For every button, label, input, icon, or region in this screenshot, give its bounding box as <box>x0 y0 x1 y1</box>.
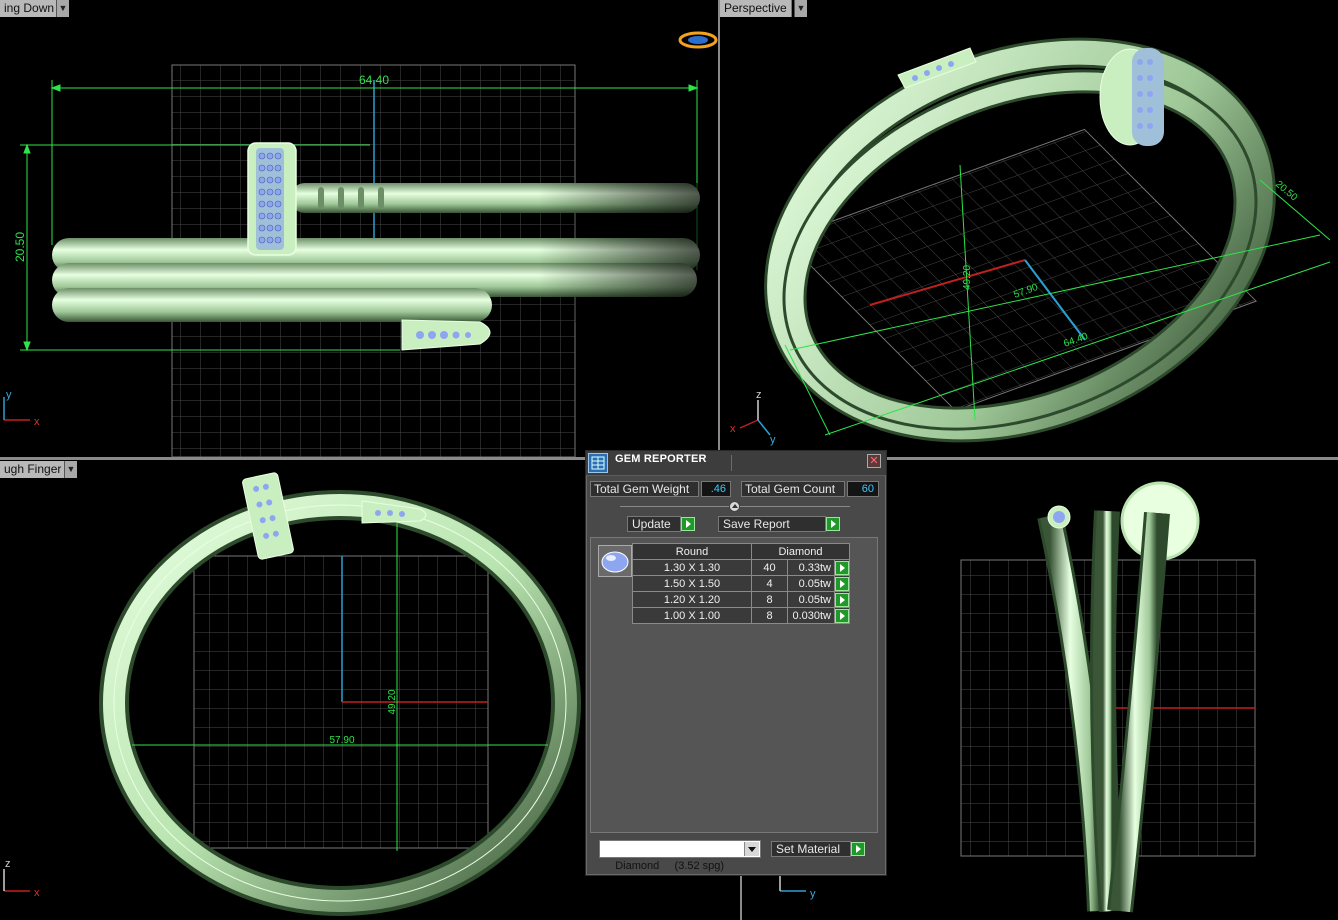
update-go-icon[interactable] <box>681 517 695 531</box>
viewport-dropdown-perspective[interactable]: ▼ <box>794 0 807 17</box>
row-go-icon[interactable] <box>835 576 849 591</box>
table-row: 1.30 X 1.30 40 0.33tw <box>632 559 850 576</box>
gem-table: Round Diamond 1.30 X 1.30 40 0.33tw 1.50… <box>632 543 850 624</box>
gem-count-cell: 4 <box>751 575 788 592</box>
perspective-dim-height: 20.50 <box>1273 179 1300 204</box>
gem-size-cell: 1.20 X 1.20 <box>632 591 752 608</box>
perspective-scene: 64.40 57.90 49.20 20.50 x z y <box>730 37 1331 446</box>
viewport-dropdown-bottom-left[interactable]: ▼ <box>64 461 77 478</box>
total-gem-weight-label: Total Gem Weight <box>590 481 699 497</box>
svg-text:x: x <box>34 416 40 428</box>
gem-report-area[interactable]: Round Diamond 1.30 X 1.30 40 0.33tw 1.50… <box>590 537 878 833</box>
gem-reporter-app-icon <box>588 453 608 473</box>
bottom-left-dim-diameter: 49.20 <box>387 689 398 714</box>
perspective-dim-diameter: 49.20 <box>962 265 973 290</box>
gem-reporter-titlebar[interactable]: GEM REPORTER ✕ <box>586 451 886 476</box>
gem-size-cell: 1.50 X 1.50 <box>632 575 752 592</box>
table-row: 1.50 X 1.50 4 0.05tw <box>632 575 850 592</box>
row-go-icon[interactable] <box>835 592 849 607</box>
top-left-scene: 64.40 20.50 x y <box>3 31 718 457</box>
bottom-left-dim-depth: 57.90 <box>329 735 354 746</box>
svg-text:y: y <box>6 389 12 401</box>
gem-size-cell: 1.30 X 1.30 <box>632 559 752 576</box>
column-header-shape: Round <box>632 543 752 560</box>
total-gem-count-value: 60 <box>847 481 879 497</box>
update-button[interactable]: Update <box>627 516 681 532</box>
bottom-left-scene: 57.90 49.20 x z <box>3 472 581 916</box>
save-report-go-icon[interactable] <box>826 517 840 531</box>
svg-text:x: x <box>730 423 736 435</box>
axis-gizmo-perspective: x z y <box>730 389 776 446</box>
viewport-top-left[interactable]: 64.40 20.50 x y ing Down ▼ <box>0 0 718 457</box>
total-gem-weight-value: .46 <box>701 481 731 497</box>
title-separator <box>731 455 732 471</box>
row-go-icon[interactable] <box>835 560 849 575</box>
row-go-icon[interactable] <box>835 608 849 623</box>
gem-weight-cell: 0.05tw <box>787 575 835 592</box>
viewport-bottom-left[interactable]: 57.90 49.20 x z ugh Finger ▼ <box>0 461 585 920</box>
material-select-value: Diamond (3.52 spg) <box>615 860 725 872</box>
svg-text:y: y <box>810 888 816 900</box>
close-icon: ✕ <box>869 455 879 467</box>
viewport-dropdown-top-left[interactable]: ▼ <box>56 0 69 17</box>
set-material-button[interactable]: Set Material <box>771 841 851 857</box>
gem-weight-cell: 0.05tw <box>787 591 835 608</box>
material-select[interactable]: Diamond (3.52 spg) <box>599 840 761 872</box>
total-gem-count-label: Total Gem Count <box>741 481 845 497</box>
gem-weight-cell: 0.33tw <box>787 559 835 576</box>
svg-text:z: z <box>756 389 762 401</box>
svg-text:x: x <box>34 887 40 899</box>
save-report-button[interactable]: Save Report <box>718 516 826 532</box>
gem-ring-icon <box>678 31 718 49</box>
dimension-width: 64.40 <box>359 73 389 87</box>
gem-count-cell: 8 <box>751 607 788 624</box>
dimension-height: 20.50 <box>13 232 27 262</box>
gem-count-cell: 8 <box>751 591 788 608</box>
gem-size-cell: 1.00 X 1.00 <box>632 607 752 624</box>
axis-gizmo-top-left: x y <box>3 389 40 428</box>
table-row: 1.20 X 1.20 8 0.05tw <box>632 591 850 608</box>
collapse-toggle-button[interactable] <box>729 501 740 512</box>
svg-text:z: z <box>5 858 11 870</box>
gem-reporter-panel[interactable]: GEM REPORTER ✕ Total Gem Weight .46 Tota… <box>585 450 887 876</box>
gem-weight-cell: 0.030tw <box>787 607 835 624</box>
column-header-material: Diamond <box>751 543 850 560</box>
round-diamond-icon <box>598 545 632 577</box>
viewport-label-bottom-left[interactable]: ugh Finger <box>0 461 67 478</box>
viewport-label-top-left[interactable]: ing Down <box>0 0 60 17</box>
chevron-down-icon[interactable] <box>744 842 759 856</box>
viewport-divider-vertical-top[interactable] <box>718 0 720 459</box>
gem-count-cell: 40 <box>751 559 788 576</box>
close-button[interactable]: ✕ <box>867 454 881 468</box>
set-material-go-icon[interactable] <box>851 842 865 856</box>
viewport-perspective[interactable]: 64.40 57.90 49.20 20.50 x z y Perspectiv… <box>720 0 1338 457</box>
svg-text:y: y <box>770 434 776 446</box>
axis-gizmo-bottom-left: x z <box>3 858 40 899</box>
gem-reporter-title: GEM REPORTER <box>615 453 707 465</box>
table-row: 1.00 X 1.00 8 0.030tw <box>632 607 850 624</box>
viewport-label-perspective[interactable]: Perspective <box>720 0 792 17</box>
